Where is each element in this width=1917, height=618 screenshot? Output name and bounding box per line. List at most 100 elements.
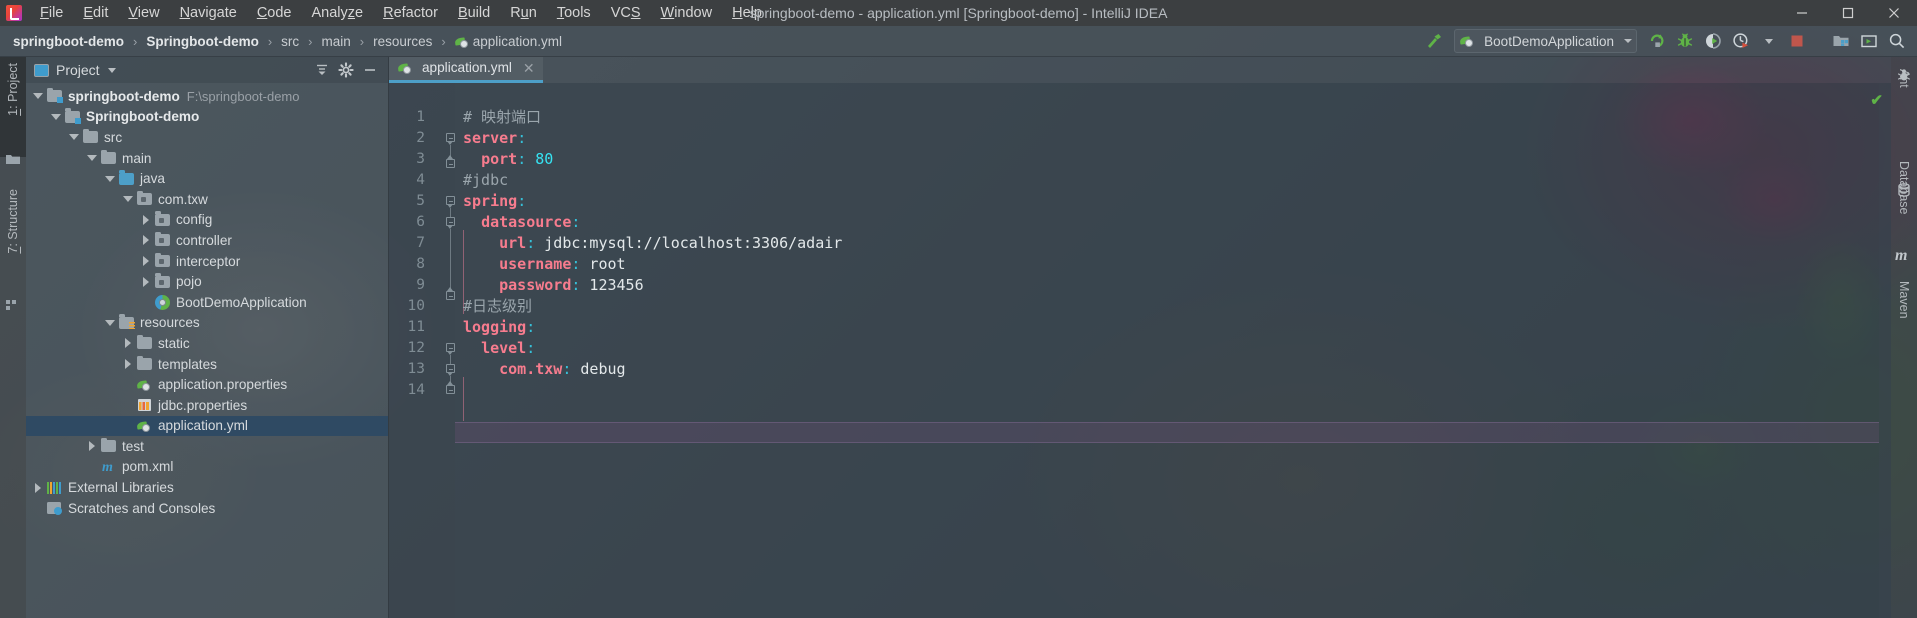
code-line-14[interactable] <box>455 380 1879 443</box>
tree-item-interceptor[interactable]: interceptor <box>26 251 388 272</box>
code-line-11[interactable]: logging: <box>455 317 1879 338</box>
menu-edit[interactable]: Edit <box>73 2 118 24</box>
tree-item-application-properties[interactable]: application.properties <box>26 374 388 395</box>
build-project-button[interactable] <box>1421 28 1447 54</box>
tree-item-main[interactable]: main <box>26 148 388 169</box>
tree-item-scratches-and-consoles[interactable]: Scratches and Consoles <box>26 498 388 519</box>
profiler-dropdown-button[interactable] <box>1756 28 1782 54</box>
tree-item-com-txw[interactable]: com.txw <box>26 189 388 210</box>
collapse-arrow-icon[interactable] <box>138 253 154 269</box>
code-line-2[interactable]: server: <box>455 128 1879 149</box>
tree-item-test[interactable]: test <box>26 436 388 457</box>
menu-refactor[interactable]: Refactor <box>373 2 448 24</box>
menu-code[interactable]: Code <box>247 2 302 24</box>
fold-marker-level-end[interactable] <box>446 381 455 394</box>
tab-application-yml[interactable]: application.yml ✕ <box>389 55 543 83</box>
code-line-8[interactable]: username: root <box>455 254 1879 275</box>
project-tree[interactable]: springboot-demo F:\springboot-demo Sprin… <box>26 83 388 618</box>
breadcrumb-item-4[interactable]: resources <box>369 32 436 51</box>
menu-file[interactable]: File <box>30 2 73 24</box>
run-with-coverage-button[interactable] <box>1700 28 1726 54</box>
code-editor[interactable]: 1 2 3 4 5 6 7 8 9 10 11 12 13 14 # 映射端口 … <box>389 83 1891 618</box>
code-line-7[interactable]: url: jdbc:mysql://localhost:3306/adair <box>455 233 1879 254</box>
hide-panel-button[interactable] <box>358 59 382 81</box>
code-line-5[interactable]: spring: <box>455 191 1879 212</box>
tree-item-external-libraries[interactable]: External Libraries <box>26 477 388 498</box>
tree-item-application-yml[interactable]: application.yml <box>26 415 388 437</box>
sidebar-item-maven[interactable]: Maven <box>1891 275 1917 355</box>
menu-window[interactable]: Window <box>651 2 723 24</box>
chevron-down-icon[interactable] <box>107 67 116 73</box>
menu-build[interactable]: Build <box>448 2 500 24</box>
expand-arrow-icon[interactable] <box>102 315 118 331</box>
fold-marker-datasource[interactable] <box>446 217 455 229</box>
inspection-ok-icon[interactable]: ✔ <box>1870 91 1883 109</box>
code-line-3[interactable]: port: 80 <box>455 149 1879 170</box>
code-line-4[interactable]: #jdbc <box>455 170 1879 191</box>
collapse-arrow-icon[interactable] <box>138 232 154 248</box>
tree-item-resources[interactable]: resources <box>26 313 388 334</box>
code-line-12[interactable]: level: <box>455 338 1879 359</box>
expand-arrow-icon[interactable] <box>30 88 46 104</box>
menu-vcs[interactable]: VCS <box>601 2 651 24</box>
collapse-arrow-icon[interactable] <box>30 480 46 496</box>
tree-item-jdbc-properties[interactable]: jdbc.properties <box>26 395 388 416</box>
stop-button[interactable] <box>1784 28 1810 54</box>
menu-analyze[interactable]: Analyze <box>302 2 374 24</box>
tree-item-templates[interactable]: templates <box>26 354 388 375</box>
collapse-arrow-icon[interactable] <box>120 335 136 351</box>
collapse-all-button[interactable] <box>310 59 334 81</box>
code-line-13[interactable]: com.txw: debug <box>455 359 1879 380</box>
gear-icon[interactable] <box>334 59 358 81</box>
menu-tools[interactable]: Tools <box>547 2 601 24</box>
expand-arrow-icon[interactable] <box>48 109 64 125</box>
expand-arrow-icon[interactable] <box>120 191 136 207</box>
profiler-button[interactable] <box>1728 28 1754 54</box>
collapse-arrow-icon[interactable] <box>84 438 100 454</box>
breadcrumb-item-3[interactable]: main <box>318 32 355 51</box>
fold-marker-server[interactable] <box>446 133 455 145</box>
terminal-button[interactable] <box>1856 28 1882 54</box>
tree-item-pom-xml[interactable]: m pom.xml <box>26 457 388 478</box>
project-structure-button[interactable] <box>1828 28 1854 54</box>
code-content[interactable]: # 映射端口 server: port: 80 #jdbc spring: da… <box>455 83 1879 618</box>
sidebar-item-structure[interactable]: 7: Structure <box>0 183 26 303</box>
run-configuration-selector[interactable]: BootDemoApplication <box>1454 29 1637 53</box>
breadcrumb-item-2[interactable]: src <box>277 32 303 51</box>
sidebar-item-database[interactable]: Database <box>1891 155 1917 259</box>
error-stripe-marker[interactable]: ✔ <box>1870 83 1891 618</box>
menu-help[interactable]: Help <box>722 2 772 24</box>
collapse-arrow-icon[interactable] <box>138 274 154 290</box>
collapse-arrow-icon[interactable] <box>120 356 136 372</box>
close-icon[interactable]: ✕ <box>523 61 535 75</box>
code-line-9[interactable]: password: 123456 <box>455 275 1879 296</box>
breadcrumb-item-5[interactable]: application.yml <box>451 32 566 51</box>
tree-item-controller[interactable]: controller <box>26 230 388 251</box>
breadcrumb-item-1[interactable]: Springboot-demo <box>142 32 262 51</box>
expand-arrow-icon[interactable] <box>66 129 82 145</box>
expand-arrow-icon[interactable] <box>102 171 118 187</box>
tree-item-springboot-demo[interactable]: springboot-demo F:\springboot-demo <box>26 86 388 107</box>
tree-item-springboot-demo-module[interactable]: Springboot-demo <box>26 107 388 128</box>
sidebar-item-project[interactable]: 1: Project <box>0 57 26 157</box>
fold-marker-server-end[interactable] <box>446 155 455 168</box>
menu-run[interactable]: Run <box>500 2 547 24</box>
tree-item-src[interactable]: src <box>26 127 388 148</box>
expand-arrow-icon[interactable] <box>84 150 100 166</box>
fold-marker-level[interactable] <box>446 364 455 376</box>
debug-button[interactable] <box>1672 28 1698 54</box>
search-everywhere-button[interactable] <box>1884 28 1910 54</box>
tree-item-static[interactable]: static <box>26 333 388 354</box>
code-line-6[interactable]: datasource: <box>455 212 1879 233</box>
tree-item-config[interactable]: config <box>26 210 388 231</box>
menu-navigate[interactable]: Navigate <box>170 2 247 24</box>
editor-gutter[interactable]: 1 2 3 4 5 6 7 8 9 10 11 12 13 14 <box>389 83 455 618</box>
collapse-arrow-icon[interactable] <box>138 212 154 228</box>
tree-item-bootdemoapplication[interactable]: BootDemoApplication <box>26 292 388 313</box>
run-button[interactable] <box>1644 28 1670 54</box>
tree-item-pojo[interactable]: pojo <box>26 271 388 292</box>
fold-marker-spring-end[interactable] <box>446 287 455 300</box>
code-line-10[interactable]: #日志级别 <box>455 296 1879 317</box>
fold-marker-logging[interactable] <box>446 343 455 355</box>
breadcrumb-item-0[interactable]: springboot-demo <box>9 32 128 51</box>
